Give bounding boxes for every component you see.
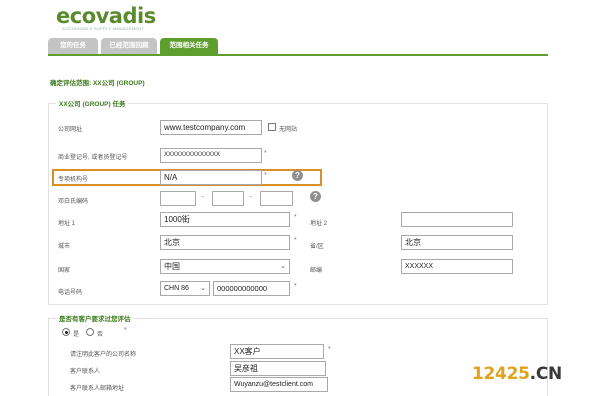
watermark-domain: .CN — [529, 364, 563, 384]
required-asterisk: * — [294, 283, 297, 290]
duns-separator: - — [202, 194, 204, 200]
country-label: 国家 — [58, 268, 71, 274]
required-asterisk: * — [294, 237, 297, 244]
postal-label: 邮编 — [310, 268, 323, 274]
page-title: 确定评估范围: XX公司 (GROUP) — [50, 80, 145, 87]
duns-label: 邓白氏编码 — [58, 199, 89, 205]
address2-input[interactable] — [401, 212, 513, 227]
duns-separator: - — [250, 194, 252, 200]
no-website-checkbox[interactable] — [268, 123, 276, 131]
site-watermark: 12425.CN — [472, 364, 562, 384]
tab-scope-tasks[interactable]: 范围相关任务 — [160, 38, 218, 54]
phone-code-value: CHN 86 — [164, 285, 189, 292]
yes-label: 是 — [73, 332, 80, 338]
duns-input-3[interactable] — [260, 191, 293, 206]
client-contact-label: 客户联系人 — [70, 369, 101, 375]
required-asterisk: * — [264, 172, 267, 179]
address1-input[interactable]: 1000街 — [160, 212, 290, 227]
phone-label: 电话号码 — [58, 290, 83, 296]
yes-radio[interactable] — [62, 328, 70, 336]
address1-label: 地址 1 — [58, 221, 76, 227]
address2-label: 地址 2 — [310, 221, 328, 227]
client-email-label: 客户联系人邮箱地址 — [70, 386, 125, 392]
required-asterisk: * — [124, 327, 127, 334]
country-select-value: 中国 — [164, 262, 180, 271]
phone-input[interactable]: 000000000000 — [213, 281, 290, 296]
required-asterisk: * — [294, 214, 297, 221]
tab-underline — [48, 54, 548, 56]
country-select[interactable]: 中国 ⌄ — [160, 259, 290, 274]
duns-input-2[interactable] — [212, 191, 244, 206]
registration-input[interactable]: XXXXXXXXXXXXXX — [160, 148, 262, 163]
tab-scope-review[interactable]: 已经范围回顾 — [101, 38, 157, 54]
tax-id-input[interactable]: N/A — [160, 170, 262, 185]
city-input[interactable]: 北京 — [160, 235, 290, 250]
client-contact-input[interactable]: 吴彦祖 — [230, 361, 326, 376]
no-website-label: 无网站 — [279, 127, 298, 133]
registration-label: 商业登记号, 或者员登记号 — [58, 155, 128, 161]
client-company-label: 请注明此客户的公司名称 — [70, 352, 137, 358]
client-email-input[interactable]: Wuyanzu@testclient.com — [230, 377, 328, 392]
duns-input-1[interactable] — [160, 191, 196, 206]
required-asterisk: * — [264, 150, 267, 157]
company-section — [48, 103, 548, 305]
chevron-down-icon: ⌄ — [280, 263, 286, 270]
logo-tagline: SUSTAINABLE SUPPLY MANAGEMENT — [62, 26, 145, 31]
province-input[interactable]: 北京 — [401, 235, 513, 250]
required-asterisk: * — [328, 346, 331, 353]
chevron-down-icon: ⌄ — [200, 285, 206, 292]
city-label: 城市 — [58, 244, 71, 250]
company-section-legend: XX公司 (GROUP) 任务 — [56, 98, 129, 108]
province-label: 省/区 — [310, 244, 324, 250]
no-radio[interactable] — [86, 328, 94, 336]
client-company-input[interactable]: XX客户 — [230, 344, 324, 359]
tab-your-tasks[interactable]: 您的任务 — [48, 38, 98, 54]
phone-code-select[interactable]: CHN 86 ⌄ — [160, 281, 210, 296]
no-label: 否 — [97, 332, 104, 338]
tax-id-label: 专项机构号 — [58, 177, 89, 183]
postal-input[interactable]: XXXXXX — [401, 259, 513, 274]
client-section-legend: 是否有客户要求过您评估 — [56, 313, 134, 323]
ecovadis-logo: ecovadis — [56, 4, 156, 28]
help-icon[interactable]: ? — [310, 191, 321, 202]
website-input[interactable]: www.testcompany.com — [160, 120, 262, 135]
watermark-number: 12425 — [472, 364, 530, 384]
help-icon[interactable]: ? — [292, 170, 303, 181]
website-label: 公司网址 — [58, 127, 83, 133]
